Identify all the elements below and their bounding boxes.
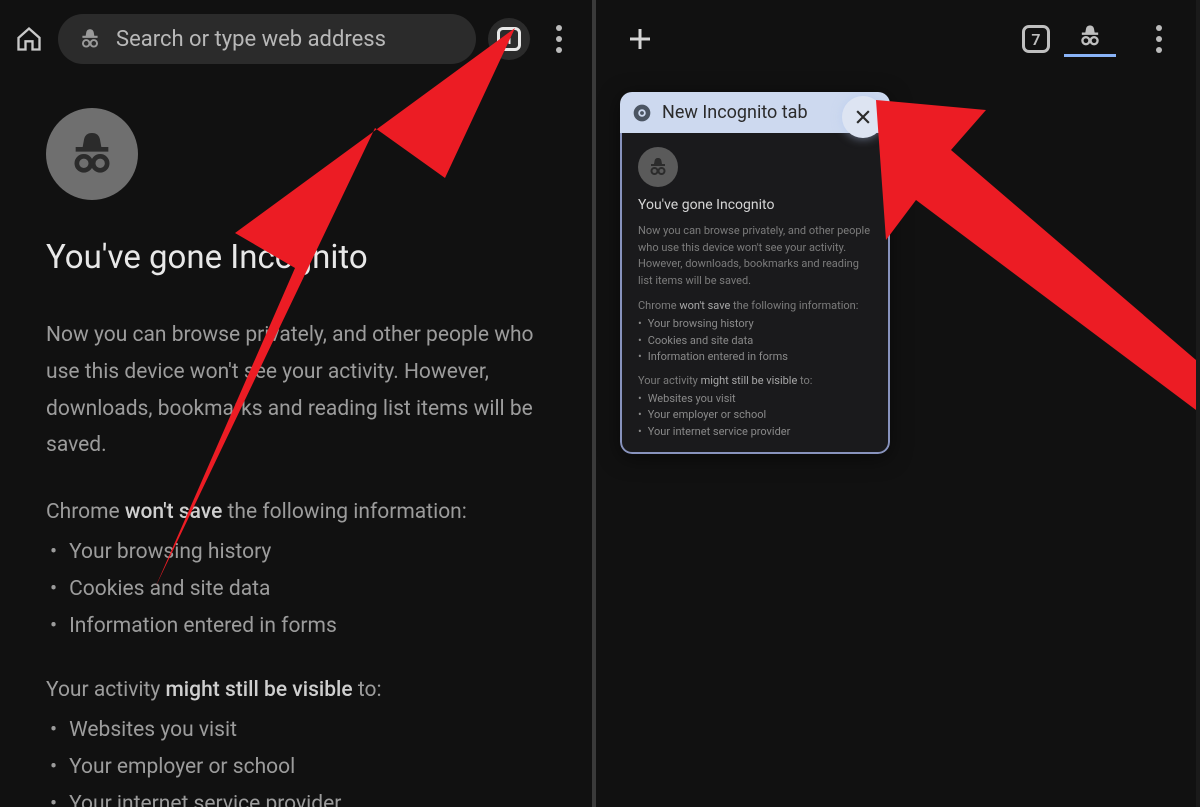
list-item: Your internet service provider <box>50 786 552 807</box>
regular-tabs-button[interactable]: 7 <box>1022 25 1050 53</box>
preview-headline: You've gone Incognito <box>638 197 872 213</box>
list-item: Information entered in forms <box>638 349 872 366</box>
tab-card-header: New Incognito tab <box>620 92 890 133</box>
intro-paragraph: Now you can browse privately, and other … <box>46 317 552 464</box>
list-item: Your browsing history <box>638 316 872 333</box>
preview-visible-list: Websites you visit Your employer or scho… <box>638 391 872 441</box>
incognito-hero-icon <box>46 108 138 200</box>
preview-wont-save-heading: Chrome won't save the following informat… <box>638 299 872 312</box>
chrome-icon <box>632 103 652 123</box>
preview-paragraph: Now you can browse privately, and other … <box>638 223 872 289</box>
incognito-icon <box>638 147 678 187</box>
list-item: Cookies and site data <box>50 571 552 608</box>
preview-visible-heading: Your activity might still be visible to: <box>638 374 872 387</box>
incognito-icon <box>1074 22 1106 50</box>
list-item: Your employer or school <box>50 749 552 786</box>
list-item: Cookies and site data <box>638 333 872 350</box>
omnibox[interactable]: Search or type web address <box>58 14 476 64</box>
page-headline: You've gone Incognito <box>46 238 552 277</box>
tab-card-title: New Incognito tab <box>662 102 808 123</box>
toolbar: Search or type web address 1 <box>0 0 592 78</box>
dots-icon <box>556 25 562 31</box>
tab-count-badge: 1 <box>497 27 521 51</box>
list-item: Information entered in forms <box>50 608 552 645</box>
wont-save-heading: Chrome won't save the following informat… <box>46 500 552 524</box>
new-tab-button[interactable] <box>620 19 660 59</box>
list-item: Your browsing history <box>50 534 552 571</box>
preview-wont-save-list: Your browsing history Cookies and site d… <box>638 316 872 366</box>
tab-switcher-button[interactable]: 1 <box>488 18 530 60</box>
overflow-menu-button[interactable] <box>542 18 576 60</box>
wont-save-list: Your browsing history Cookies and site d… <box>50 534 552 644</box>
list-item: Websites you visit <box>50 712 552 749</box>
close-tab-button[interactable] <box>842 96 884 138</box>
visible-heading: Your activity might still be visible to: <box>46 678 552 702</box>
tab-switcher-toolbar: 7 <box>596 0 1196 78</box>
list-item: Your internet service provider <box>638 424 872 441</box>
tab-switcher-screen: 7 New Incognito tab You've gone Incognit… <box>596 0 1196 807</box>
home-icon <box>15 25 43 53</box>
incognito-icon <box>76 25 104 53</box>
overflow-menu-button[interactable] <box>1142 18 1176 60</box>
tab-card-preview: You've gone Incognito Now you can browse… <box>620 133 890 454</box>
visible-list: Websites you visit Your employer or scho… <box>50 712 552 807</box>
home-button[interactable] <box>12 22 46 56</box>
list-item: Your employer or school <box>638 407 872 424</box>
browser-incognito-screen: Search or type web address 1 You've gone… <box>0 0 596 807</box>
list-item: Websites you visit <box>638 391 872 408</box>
dots-icon <box>1156 25 1162 31</box>
incognito-tabs-button[interactable] <box>1064 22 1116 57</box>
incognito-content: You've gone Incognito Now you can browse… <box>0 78 592 807</box>
close-icon <box>853 107 873 127</box>
annotation-arrow-right <box>856 90 1196 410</box>
tab-card[interactable]: New Incognito tab You've gone Incognito … <box>620 92 890 454</box>
plus-icon <box>625 24 655 54</box>
omnibox-placeholder: Search or type web address <box>116 27 386 52</box>
